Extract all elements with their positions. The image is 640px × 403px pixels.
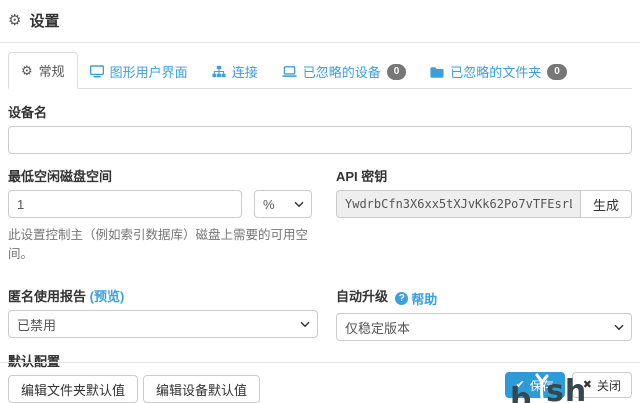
tab-label: 连接 xyxy=(232,62,258,81)
chevron-down-icon xyxy=(294,195,304,210)
save-button[interactable]: ✔ 保存 xyxy=(505,372,565,398)
help-link-text: 帮助 xyxy=(411,289,437,308)
usage-report-select[interactable]: 已禁用 xyxy=(8,310,318,338)
save-button-label: 保存 xyxy=(530,377,554,394)
api-key-group: API 密钥 生成 xyxy=(336,166,632,262)
chevron-down-icon xyxy=(300,315,310,330)
close-button-label: 关闭 xyxy=(597,377,621,394)
min-disk-free-help: 此设置控制主（例如索引数据库）磁盘上需要的可用空间。 xyxy=(8,224,318,262)
min-disk-free-unit-select[interactable]: % xyxy=(254,190,312,218)
generate-api-key-button[interactable]: 生成 xyxy=(580,190,632,218)
folder-icon xyxy=(430,66,444,78)
min-disk-free-group: 最低空闲磁盘空间 % 此设置控制主（例如索引数据库）磁盘上需要的可用空间。 xyxy=(8,166,318,262)
auto-upgrade-label-text: 自动升级 xyxy=(336,289,388,304)
laptop-icon xyxy=(282,65,297,78)
tab-label: 已忽略的设备 xyxy=(303,62,381,81)
dialog-body: 设备名 最低空闲磁盘空间 % 此设置控制主（例如索引数据库）磁盘上需要的可用空间… xyxy=(0,89,640,403)
tab-bar: ⚙ 常规 图形用户界面 连接 已忽略的设备 0 xyxy=(0,43,640,89)
tab-label: 图形用户界面 xyxy=(110,62,188,81)
device-name-label: 设备名 xyxy=(8,102,632,121)
min-disk-free-label: 最低空闲磁盘空间 xyxy=(8,166,318,185)
dialog-title-text: 设置 xyxy=(29,10,59,31)
tab-ignored-devices[interactable]: 已忽略的设备 0 xyxy=(270,54,419,89)
dialog-title: ⚙ 设置 xyxy=(8,10,632,31)
usage-report-label-text: 匿名使用报告 xyxy=(8,289,86,304)
close-button[interactable]: ✖ 关闭 xyxy=(572,372,632,398)
gear-icon: ⚙ xyxy=(21,63,33,79)
min-disk-free-input[interactable] xyxy=(8,190,242,218)
usage-report-preview-link[interactable]: (预览) xyxy=(90,289,125,304)
usage-report-selected: 已禁用 xyxy=(17,315,56,334)
auto-upgrade-label: 自动升级 ?帮助 xyxy=(336,286,632,308)
gear-icon: ⚙ xyxy=(8,13,21,28)
ignored-devices-count-badge: 0 xyxy=(387,64,407,80)
auto-upgrade-select[interactable]: 仅稳定版本 xyxy=(336,313,632,341)
auto-upgrade-help-link[interactable]: ?帮助 xyxy=(395,289,437,308)
device-name-group: 设备名 xyxy=(8,102,632,154)
usage-report-group: 匿名使用报告 (预览) 已禁用 xyxy=(8,286,318,341)
x-icon: ✖ xyxy=(583,380,592,391)
auto-upgrade-selected: 仅稳定版本 xyxy=(345,318,410,337)
usage-report-label: 匿名使用报告 (预览) xyxy=(8,286,318,305)
ignored-folders-count-badge: 0 xyxy=(547,64,567,80)
question-circle-icon: ? xyxy=(395,292,408,305)
auto-upgrade-group: 自动升级 ?帮助 仅稳定版本 xyxy=(336,286,632,341)
dialog-footer: ✔ 保存 ✖ 关闭 xyxy=(0,362,640,403)
tab-ignored-folders[interactable]: 已忽略的文件夹 0 xyxy=(418,54,579,89)
check-icon: ✔ xyxy=(516,380,525,391)
tab-label: 常规 xyxy=(39,61,65,80)
tab-gui[interactable]: 图形用户界面 xyxy=(78,54,200,89)
selected-unit: % xyxy=(263,197,275,212)
monitor-icon xyxy=(90,65,104,78)
settings-dialog: ⚙ 设置 ⚙ 常规 图形用户界面 连接 xyxy=(0,0,640,403)
api-key-label: API 密钥 xyxy=(336,166,632,185)
device-name-input[interactable] xyxy=(8,126,632,154)
dialog-header: ⚙ 设置 xyxy=(0,0,640,43)
tab-general[interactable]: ⚙ 常规 xyxy=(8,52,78,89)
sitemap-icon xyxy=(212,65,226,78)
tab-connections[interactable]: 连接 xyxy=(200,54,270,89)
chevron-down-icon xyxy=(614,318,624,333)
api-key-input xyxy=(336,190,580,218)
tab-label: 已忽略的文件夹 xyxy=(450,62,541,81)
